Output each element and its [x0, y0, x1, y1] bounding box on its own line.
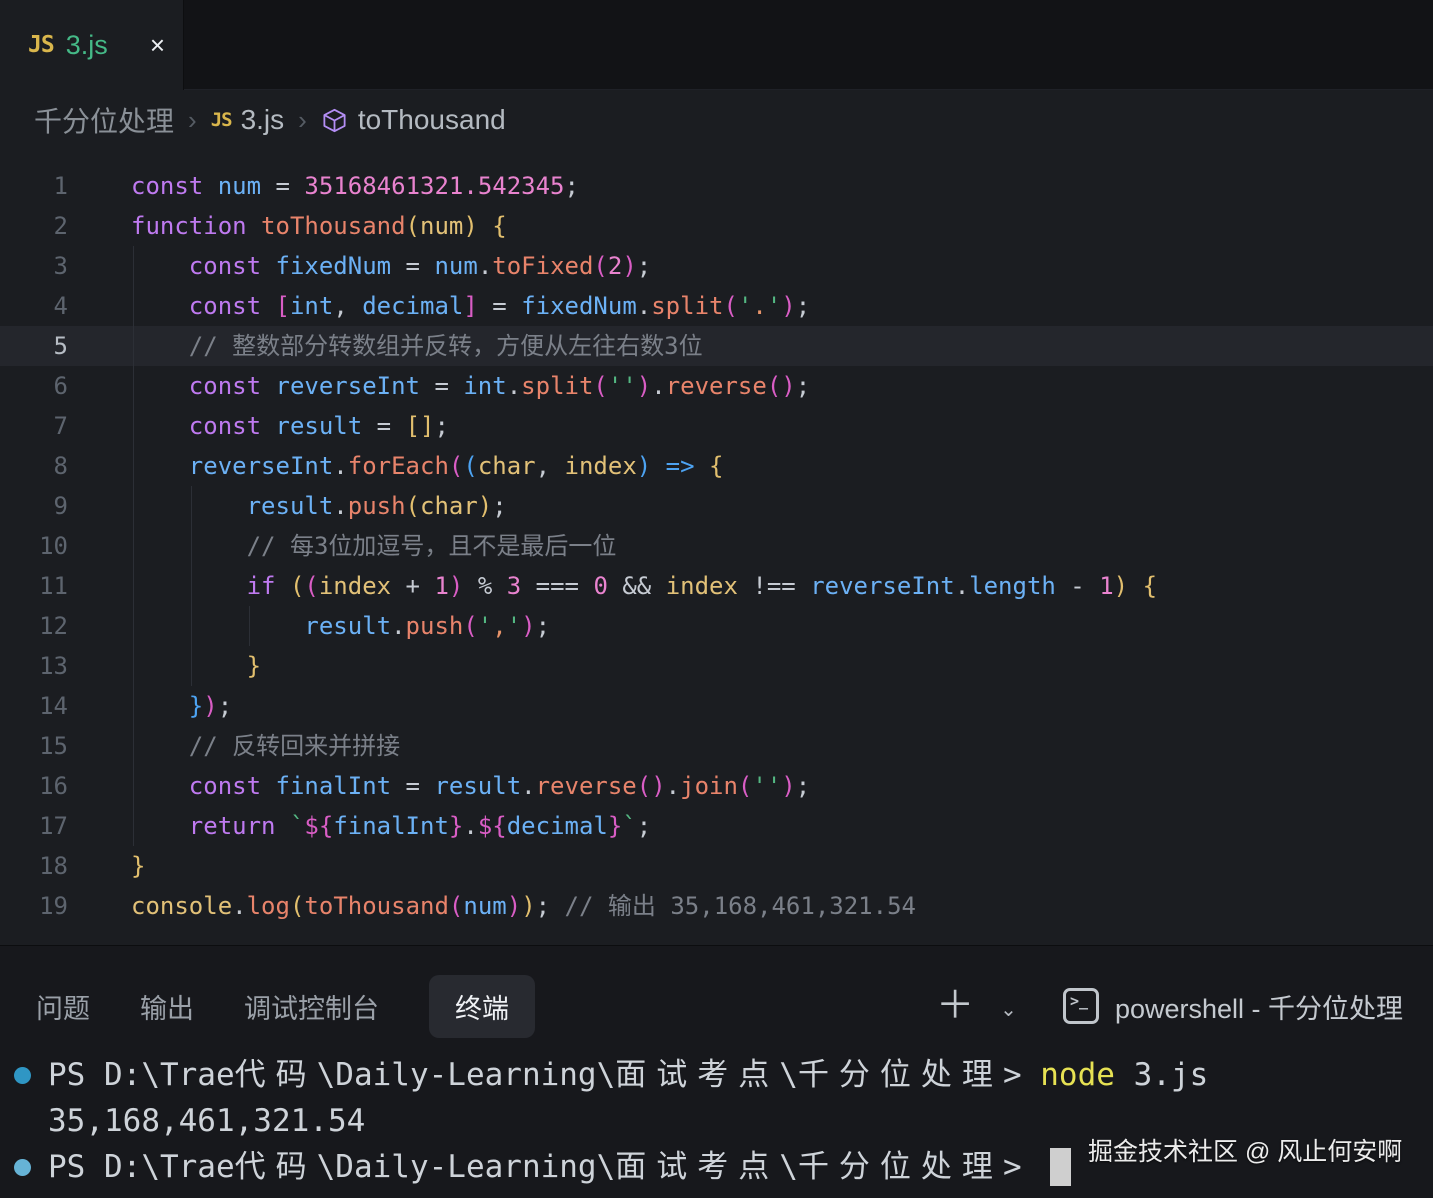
code-line[interactable]: 14 });: [0, 686, 1433, 726]
code-line[interactable]: 1 const num = 35168461321.542345;: [0, 166, 1433, 206]
chevron-down-icon[interactable]: ⌄: [1000, 997, 1017, 1022]
code-text: }: [246, 652, 262, 680]
breadcrumb: 千分位处理 › JS 3.js › toThousand: [0, 90, 1433, 150]
terminal-line: PS D:\Trae代码\Daily-Learning\面试考点\千分位处理> …: [14, 1052, 1433, 1098]
code-line[interactable]: 4 const [int, decimal] = fixedNum.split(…: [0, 286, 1433, 326]
code-text: const [int, decimal] = fixedNum.split('.…: [188, 292, 811, 320]
code-line[interactable]: 5 // 整数部分转数组并反转，方便从左往右数3位: [0, 326, 1433, 366]
line-number[interactable]: 1: [0, 166, 68, 206]
line-number[interactable]: 5: [0, 326, 68, 366]
code-text: });: [188, 692, 233, 720]
line-number[interactable]: 9: [0, 486, 68, 526]
code-editor[interactable]: 1 const num = 35168461321.542345; 2 functio…: [0, 150, 1433, 945]
line-number[interactable]: 8: [0, 446, 68, 486]
line-number[interactable]: 18: [0, 846, 68, 886]
terminal-indent: [14, 1113, 31, 1130]
line-number[interactable]: 2: [0, 206, 68, 246]
terminal-actions: ＋ ⌄ >_ powershell - 千分位处理: [936, 987, 1403, 1026]
close-icon[interactable]: ×: [150, 32, 165, 58]
code-line[interactable]: 6 const reverseInt = int.split('').rever…: [0, 366, 1433, 406]
line-number[interactable]: 11: [0, 566, 68, 606]
indent-guide: [133, 246, 134, 846]
indent-guide: [191, 486, 192, 686]
code-text: const num = 35168461321.542345;: [131, 172, 579, 200]
watermark-text: 掘金技术社区 @ 风止何安啊: [1088, 1138, 1403, 1166]
code-text: const result = [];: [188, 412, 449, 440]
chevron-right-icon: ›: [298, 104, 307, 135]
tab-debug-console[interactable]: 调试控制台: [244, 975, 379, 1038]
code-line[interactable]: 13 }: [0, 646, 1433, 686]
code-text: console.log(toThousand(num)); // 输出 35,1…: [131, 892, 916, 920]
line-number[interactable]: 16: [0, 766, 68, 806]
code-line[interactable]: 15 // 反转回来并拼接: [0, 726, 1433, 766]
tab-terminal[interactable]: 终端: [429, 974, 535, 1038]
code-line[interactable]: 11 if ((index + 1) % 3 === 0 && index !=…: [0, 566, 1433, 606]
breadcrumb-folder[interactable]: 千分位处理: [34, 100, 174, 140]
tab-output[interactable]: 输出: [140, 975, 194, 1038]
code-text: // 整数部分转数组并反转，方便从左往右数3位: [188, 332, 703, 360]
code-text: // 反转回来并拼接: [188, 732, 401, 760]
code-text: reverseInt.forEach((char, index) => {: [188, 452, 724, 480]
code-line[interactable]: 18}: [0, 846, 1433, 886]
panel-tabs: 问题 输出 调试控制台 终端: [36, 974, 535, 1038]
symbol-cube-icon: [323, 108, 346, 132]
code-line[interactable]: 3 const fixedNum = num.toFixed(2);: [0, 246, 1433, 286]
line-number[interactable]: 19: [0, 886, 68, 926]
tab-file-name: 3.js: [65, 29, 108, 60]
line-number[interactable]: 13: [0, 646, 68, 686]
chevron-right-icon: ›: [188, 104, 197, 135]
code-text: // 每3位加逗号，且不是最后一位: [246, 532, 617, 560]
javascript-file-icon: JS: [28, 32, 55, 58]
line-number[interactable]: 6: [0, 366, 68, 406]
code-text: const finalInt = result.reverse().join('…: [188, 772, 811, 800]
code-line[interactable]: 17 return `${finalInt}.${decimal}`;: [0, 806, 1433, 846]
code-text: return `${finalInt}.${decimal}`;: [188, 812, 652, 840]
editor-tab-bar: JS 3.js ×: [0, 0, 1433, 90]
code-text: }: [131, 852, 146, 880]
line-number[interactable]: 12: [0, 606, 68, 646]
code-text: function toThousand(num) {: [131, 212, 507, 240]
code-line[interactable]: 12 result.push(',');: [0, 606, 1433, 646]
line-number[interactable]: 17: [0, 806, 68, 846]
line-number[interactable]: 7: [0, 406, 68, 446]
breadcrumb-file[interactable]: 3.js: [241, 104, 285, 136]
terminal-instance-label[interactable]: powershell - 千分位处理: [1115, 987, 1403, 1026]
prompt-indicator-dot: [14, 1158, 31, 1176]
code-line[interactable]: 19 console.log(toThousand(num)); // 输出 35…: [0, 886, 1433, 926]
tab-3js[interactable]: JS 3.js ×: [0, 0, 184, 90]
line-number[interactable]: 4: [0, 286, 68, 326]
code-line[interactable]: 9 result.push(char);: [0, 486, 1433, 526]
code-text: const fixedNum = num.toFixed(2);: [188, 252, 652, 280]
tab-problems[interactable]: 问题: [36, 975, 90, 1038]
powershell-terminal-icon[interactable]: >_: [1062, 988, 1099, 1024]
code-line[interactable]: 10 // 每3位加逗号，且不是最后一位: [0, 526, 1433, 566]
indent-guide: [249, 606, 250, 646]
prompt-indicator-dot: [14, 1066, 31, 1084]
code-text: if ((index + 1) % 3 === 0 && index !== r…: [246, 572, 1158, 600]
javascript-file-icon: JS: [210, 109, 233, 131]
code-line[interactable]: 16 const finalInt = result.reverse().joi…: [0, 766, 1433, 806]
panel-header: 问题 输出 调试控制台 终端 ＋ ⌄ >_ powershell - 千分位处理: [0, 946, 1433, 1040]
code-text: const reverseInt = int.split('').reverse…: [188, 372, 811, 400]
terminal-cursor: [1050, 1148, 1072, 1186]
code-line[interactable]: 8 reverseInt.forEach((char, index) => {: [0, 446, 1433, 486]
code-text: result.push(',');: [304, 612, 551, 640]
line-number[interactable]: 15: [0, 726, 68, 766]
line-number[interactable]: 10: [0, 526, 68, 566]
line-number[interactable]: 14: [0, 686, 68, 726]
line-number[interactable]: 3: [0, 246, 68, 286]
code-line[interactable]: 2 function toThousand(num) {: [0, 206, 1433, 246]
breadcrumb-symbol[interactable]: toThousand: [358, 104, 506, 136]
code-line[interactable]: 7 const result = [];: [0, 406, 1433, 446]
new-terminal-icon[interactable]: ＋: [936, 987, 974, 1025]
